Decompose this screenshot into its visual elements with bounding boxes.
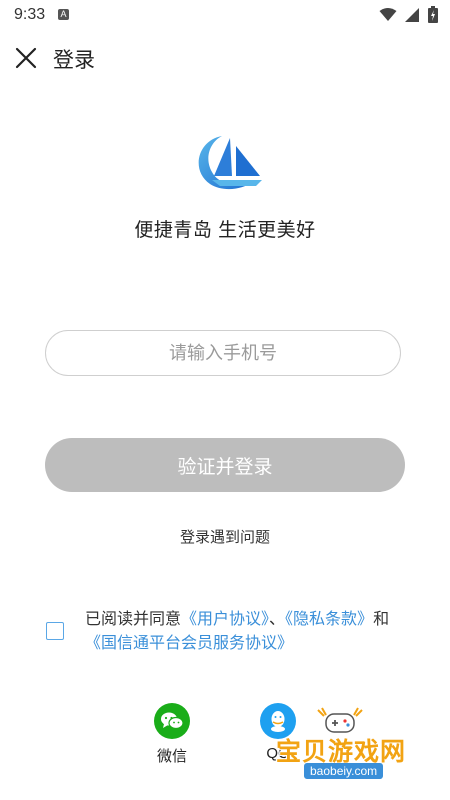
qq-icon <box>260 703 296 739</box>
user-agreement-link[interactable]: 《用户协议》 <box>181 611 269 628</box>
close-button[interactable] <box>10 42 42 74</box>
login-problem-link[interactable]: 登录遇到问题 <box>0 526 450 547</box>
wechat-label: 微信 <box>156 748 187 765</box>
privacy-terms-link[interactable]: 《隐私条款》 <box>285 611 373 628</box>
qq-label: QQ <box>266 745 290 762</box>
verify-login-button[interactable]: 验证并登录 <box>45 438 405 492</box>
agreement-prefix: 已阅读并同意 <box>85 611 182 628</box>
header-bar: 登录 <box>0 38 450 78</box>
slogan: 便捷青岛 生活更美好 <box>134 220 316 241</box>
gamepad-icon <box>317 707 363 733</box>
login-screen: 9:33 A 登录 便捷青岛 生活更美好 请输入手机号 验证并登录 登录遇到问题… <box>0 0 450 800</box>
status-time: 9:33 <box>14 6 46 23</box>
wechat-login-button[interactable]: 微信 <box>142 703 202 766</box>
wechat-icon <box>154 703 190 739</box>
agreement-and: 和 <box>373 611 390 628</box>
sailboat-logo-icon <box>198 136 262 190</box>
wifi-icon <box>379 7 397 21</box>
signal-icon <box>405 7 419 22</box>
platform-agreement-link[interactable]: 《国信通平台会员服务协议》 <box>85 635 293 652</box>
qq-login-button[interactable]: QQ <box>248 703 308 762</box>
phone-input[interactable] <box>45 330 401 376</box>
watermark-url: baobeiy.com <box>304 763 384 779</box>
a-notification-icon: A <box>58 9 69 20</box>
page-title: 登录 <box>53 49 95 72</box>
close-icon <box>15 47 37 69</box>
battery-icon <box>428 6 438 23</box>
agreement-text: 已阅读并同意《用户协议》、《隐私条款》和《国信通平台会员服务协议》 <box>85 608 430 656</box>
status-bar: 9:33 A <box>0 0 450 32</box>
agreement-checkbox[interactable] <box>46 622 64 640</box>
agreement-separator: 、 <box>269 611 286 628</box>
status-icons <box>379 6 438 23</box>
